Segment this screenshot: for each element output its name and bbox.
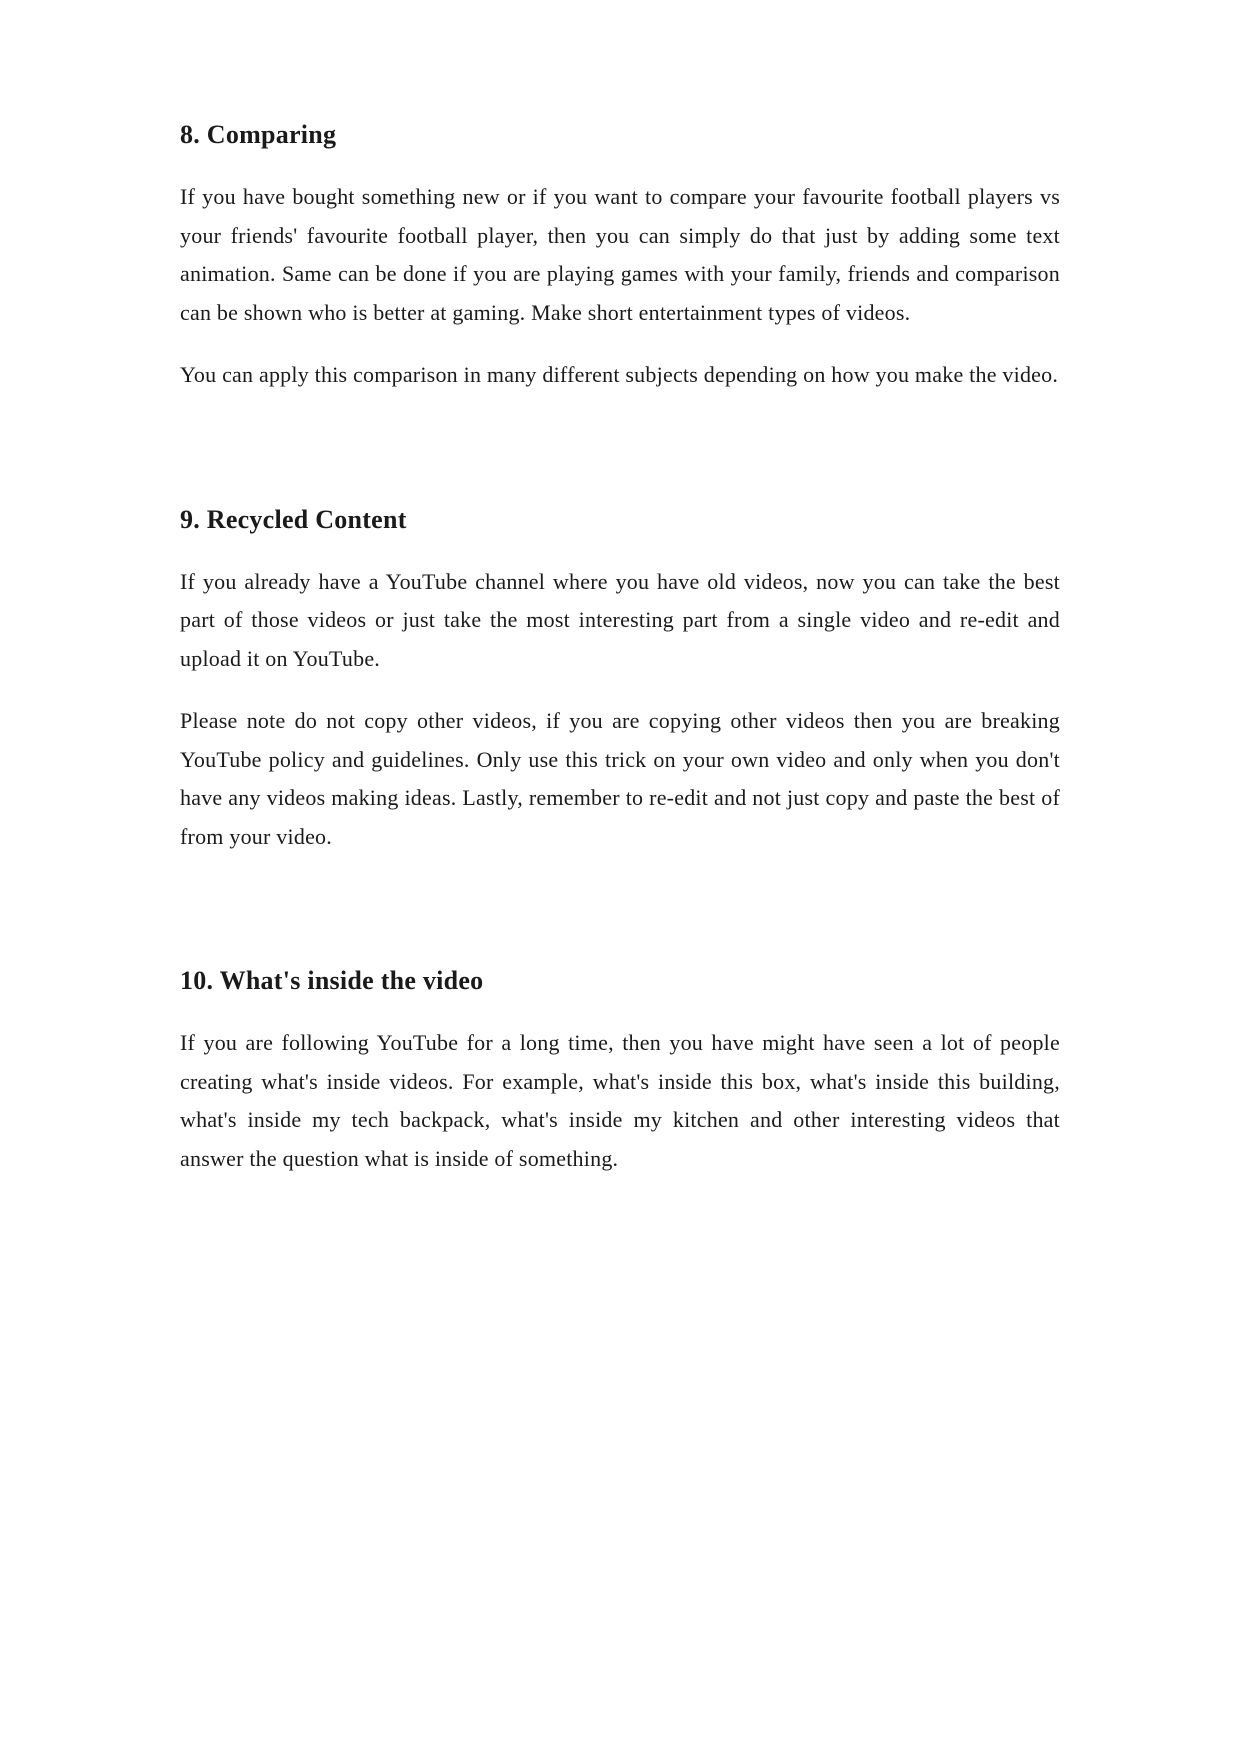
paragraph-comparing-1: If you have bought something new or if y… — [180, 178, 1060, 332]
section-whats-inside: 10. What's inside the video If you are f… — [180, 966, 1060, 1178]
paragraph-recycled-2: Please note do not copy other videos, if… — [180, 702, 1060, 856]
page: 8. Comparing If you have bought somethin… — [0, 0, 1240, 1754]
paragraph-whats-inside-1: If you are following YouTube for a long … — [180, 1024, 1060, 1178]
section-heading-comparing: 8. Comparing — [180, 120, 1060, 150]
section-heading-whats-inside: 10. What's inside the video — [180, 966, 1060, 996]
section-body-whats-inside: If you are following YouTube for a long … — [180, 1024, 1060, 1178]
section-recycled-content: 9. Recycled Content If you already have … — [180, 505, 1060, 857]
paragraph-comparing-2: You can apply this comparison in many di… — [180, 356, 1060, 395]
section-body-comparing: If you have bought something new or if y… — [180, 178, 1060, 395]
divider-1 — [180, 455, 1060, 505]
section-comparing: 8. Comparing If you have bought somethin… — [180, 120, 1060, 395]
section-body-recycled: If you already have a YouTube channel wh… — [180, 563, 1060, 857]
section-heading-recycled: 9. Recycled Content — [180, 505, 1060, 535]
divider-2 — [180, 916, 1060, 966]
paragraph-recycled-1: If you already have a YouTube channel wh… — [180, 563, 1060, 679]
